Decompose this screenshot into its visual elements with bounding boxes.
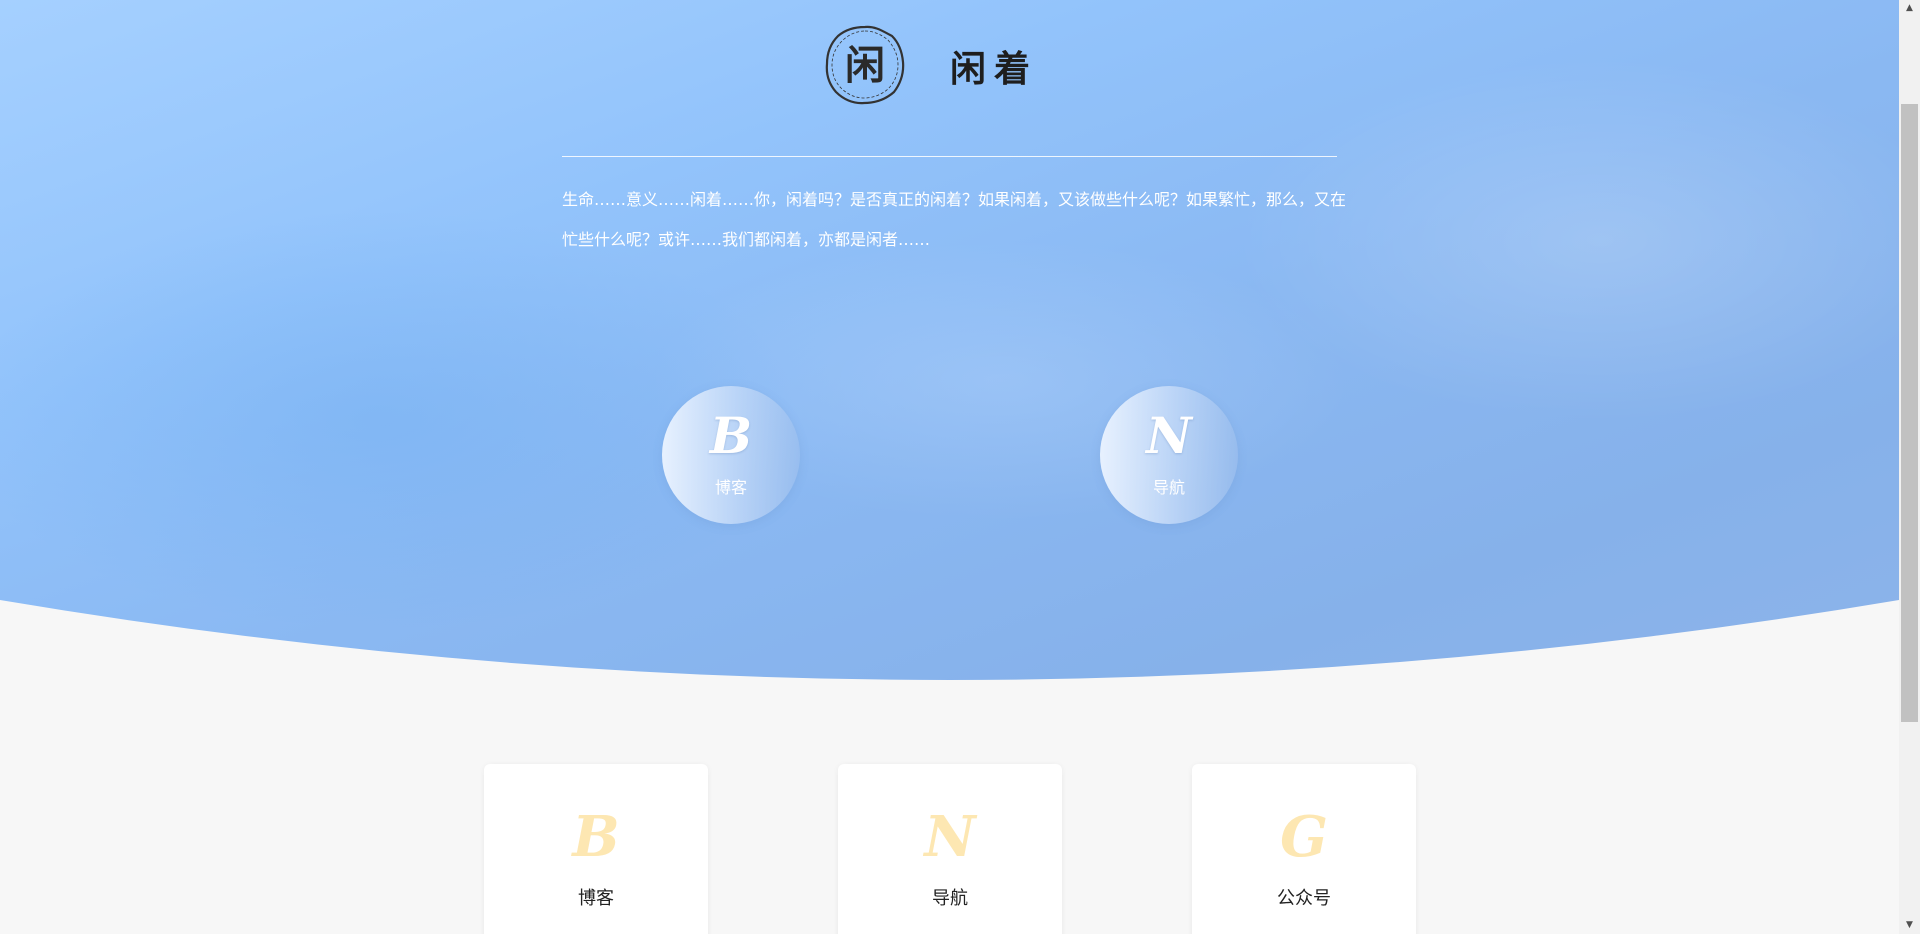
site-title: 闲着 — [950, 48, 1039, 90]
hero-bottom-curve — [0, 600, 1899, 690]
hero-link-nav[interactable]: N 导航 — [1100, 386, 1238, 524]
card-wechat[interactable]: G 公众号 — [1192, 764, 1416, 934]
hero-banner: 闲 闲着 生命……意义……闲着……你，闲着吗？是否真正的闲着？如果闲着，又该做些… — [0, 0, 1899, 690]
vertical-scrollbar[interactable]: ▲ ▼ — [1899, 0, 1920, 934]
card-wechat-label: 公众号 — [1277, 888, 1331, 909]
card-nav-label: 导航 — [932, 888, 968, 909]
card-blog-label: 博客 — [578, 888, 614, 909]
wechat-letter-icon: G — [1280, 804, 1328, 870]
card-nav[interactable]: N 导航 — [838, 764, 1062, 934]
page: 闲 闲着 生命……意义……闲着……你，闲着吗？是否真正的闲着？如果闲着，又该做些… — [0, 0, 1920, 934]
nav-letter-icon: N — [924, 804, 976, 870]
hero-link-nav-label: 导航 — [1152, 478, 1185, 497]
card-blog[interactable]: B 博客 — [484, 764, 708, 934]
scrollbar-thumb[interactable] — [1901, 104, 1918, 722]
blog-letter-icon: B — [709, 406, 753, 465]
intro-text: 生命……意义……闲着……你，闲着吗？是否真正的闲着？如果闲着，又该做些什么呢？如… — [562, 190, 1347, 249]
logo-glyph: 闲 — [845, 42, 885, 89]
nav-letter-icon: N — [1146, 406, 1192, 465]
hero-link-blog-label: 博客 — [714, 478, 747, 497]
scroll-up-arrow-icon[interactable]: ▲ — [1899, 0, 1920, 17]
blog-letter-icon: B — [572, 804, 620, 870]
header-divider — [562, 156, 1337, 157]
scroll-down-arrow-icon[interactable]: ▼ — [1899, 917, 1920, 934]
seal-logo-icon[interactable]: 闲 — [824, 24, 906, 106]
hero-link-blog[interactable]: B 博客 — [662, 386, 800, 524]
